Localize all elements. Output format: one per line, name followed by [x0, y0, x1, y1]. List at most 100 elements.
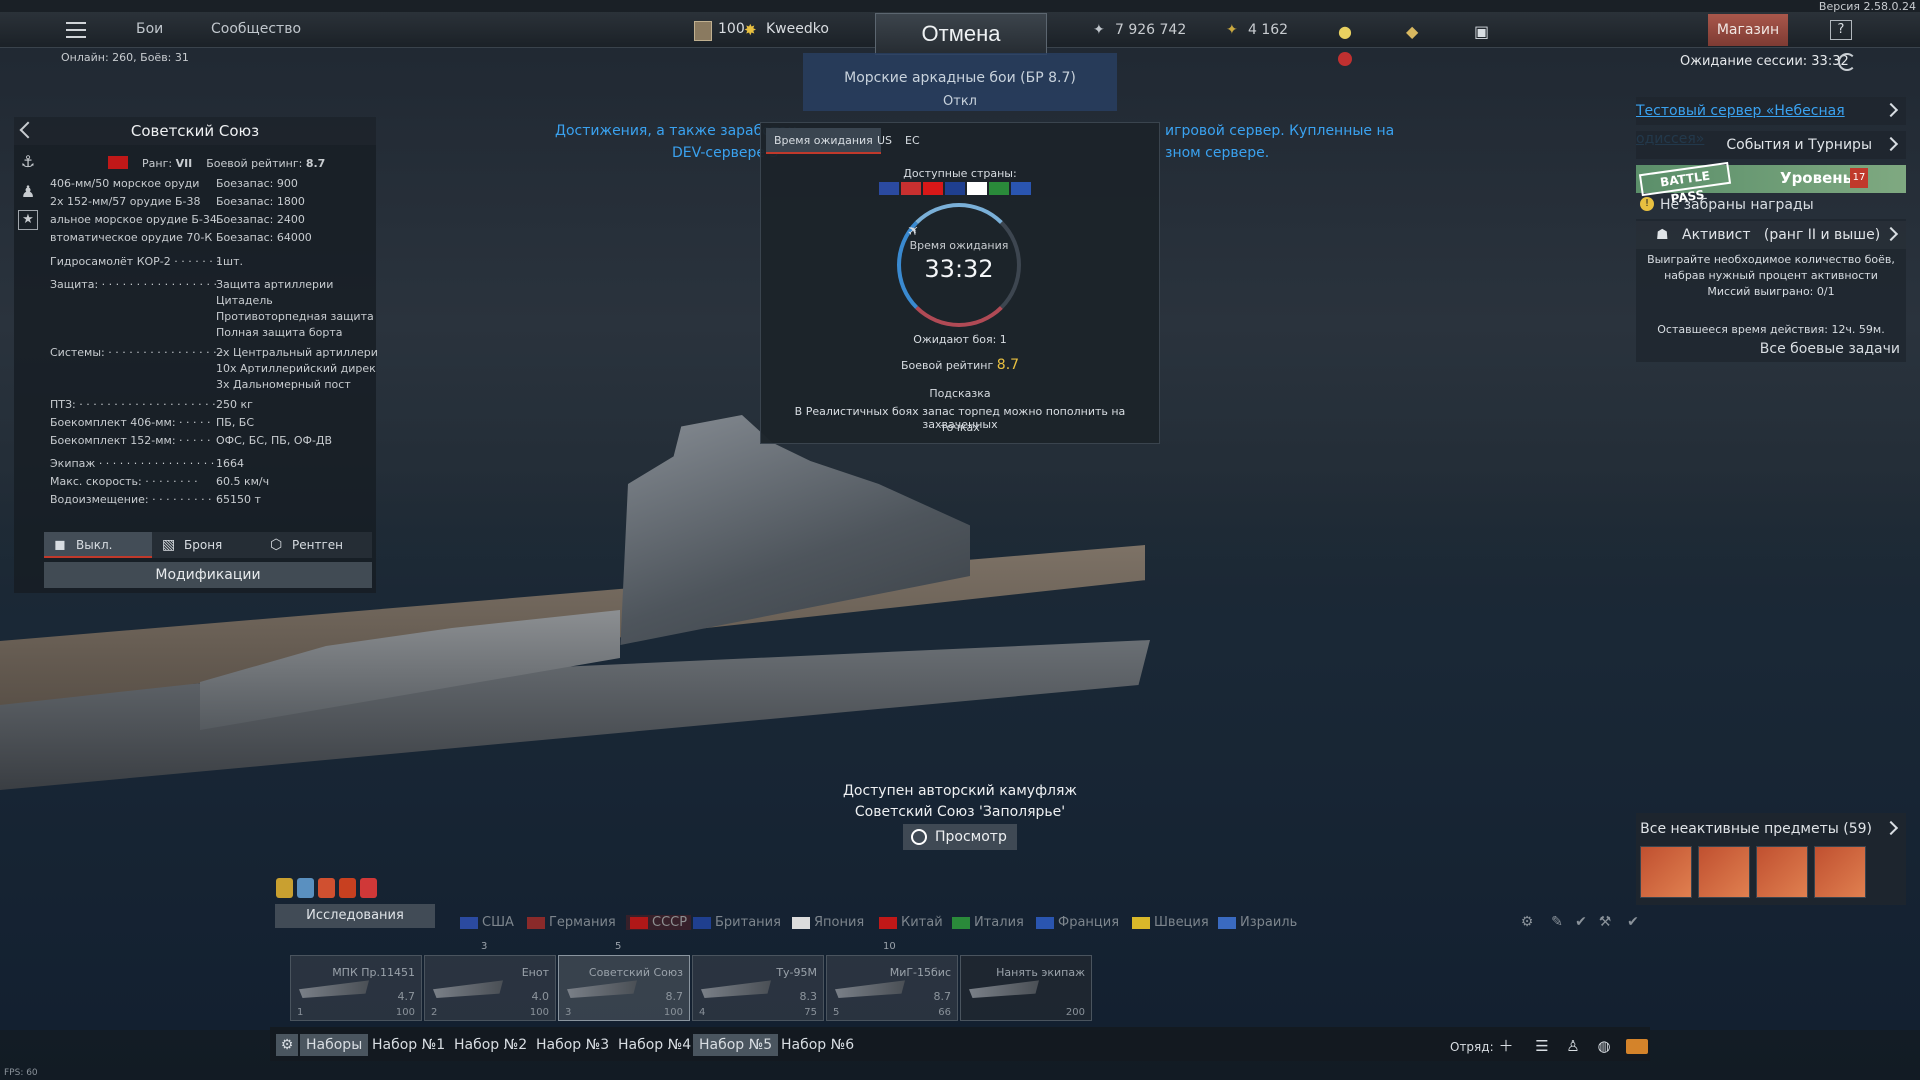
crew-slot[interactable]: Ту-95М 8.3 4 75 [692, 955, 824, 1021]
ship-icon[interactable]: ⚓ [16, 150, 40, 174]
award-icon[interactable] [297, 878, 314, 898]
silver-lions-value[interactable]: 7 926 742 [1115, 22, 1186, 38]
stat-row: Экипаж · · · · · · · · · · · · · · · · ·… [50, 457, 244, 470]
activist-rank: (ранг II и выше) [1763, 227, 1881, 243]
inactive-item-4[interactable] [1814, 846, 1866, 898]
cancel-button[interactable]: Отмена [875, 13, 1047, 55]
preset-tab-0[interactable]: Наборы [300, 1034, 369, 1056]
player-name[interactable]: Kweedko [766, 21, 829, 37]
weapon-name: альное морское орудие Б-34 [50, 213, 217, 226]
preset-tab-4[interactable]: Набор №4 [612, 1034, 697, 1056]
view-camo-button[interactable]: Просмотр [903, 824, 1017, 850]
check-icon[interactable]: ✔ [1572, 914, 1590, 932]
lightbulb-icon[interactable]: ● [1338, 22, 1352, 41]
inactive-items-link[interactable]: Все неактивные предметы (59) [1636, 815, 1906, 843]
stat-label: Экипаж · · · · · · · · · · · · · · · · ·… [50, 457, 222, 470]
stat-row: Боекомплект 406-мм: · · · · · ПБ, БС [50, 416, 254, 429]
xray-label: Рентген [292, 538, 343, 552]
bp-rewards-label[interactable]: Не забраны награды [1660, 197, 1814, 213]
nation-tab-4[interactable]: Япония [792, 915, 864, 930]
session-wait-label: Ожидание сессии: 33:32 [1680, 54, 1849, 69]
all-tasks-link[interactable]: Все боевые задачи [1636, 341, 1900, 357]
preset-tab-5[interactable]: Набор №5 [693, 1034, 779, 1056]
view-off-toggle[interactable]: ◼ Выкл. [44, 532, 152, 558]
presets-gear-icon[interactable]: ⚙ [276, 1034, 298, 1056]
star-badge-icon[interactable]: ★ [18, 210, 38, 230]
inactive-item-3[interactable] [1756, 846, 1808, 898]
nation-tab-5[interactable]: Китай [879, 915, 943, 930]
view-off-label: Выкл. [76, 538, 113, 552]
list-icon[interactable]: ☰ [1532, 1036, 1552, 1056]
golden-eagles-value[interactable]: 4 162 [1248, 22, 1288, 38]
crew-icon[interactable]: ♟ [16, 180, 40, 204]
events-button[interactable]: События и Турниры [1636, 131, 1906, 159]
rank-label: Ранг: [142, 157, 173, 170]
nation-tab-9[interactable]: Израиль [1218, 915, 1297, 930]
countries-label: Доступные страны: [903, 167, 1017, 180]
country-flag-icon [967, 182, 987, 195]
friends-icon[interactable]: ♙ [1563, 1036, 1583, 1056]
award-icon[interactable] [276, 878, 293, 898]
menu-icon[interactable] [66, 22, 86, 38]
remaining-time: Оставшееся время действия: 12ч. 59м. [1657, 323, 1885, 336]
crew-slot[interactable]: 10 МиГ-15бис 8.7 5 66 [826, 941, 958, 1021]
preset-tab-1[interactable]: Набор №1 [366, 1034, 451, 1056]
stat-value: 1664 [216, 457, 244, 470]
slot-cost: 200 [1065, 1007, 1085, 1018]
check-all-icon[interactable]: ✔ [1624, 914, 1642, 932]
nation-tab-8[interactable]: Швеция [1132, 915, 1209, 930]
slot-vehicle-name: Советский Союз [588, 966, 683, 979]
mail-icon[interactable] [1626, 1039, 1648, 1054]
crew-slot[interactable]: 3 Енот 4.0 2 100 [424, 941, 556, 1021]
slot-number: 3 [565, 1007, 572, 1018]
nav-community[interactable]: Сообщество [211, 21, 301, 37]
preset-tab-2[interactable]: Набор №2 [448, 1034, 533, 1056]
shop-button[interactable]: Магазин [1708, 14, 1788, 46]
nation-tab-7[interactable]: Франция [1036, 915, 1119, 930]
inactive-item-1[interactable] [1640, 846, 1692, 898]
coupon-icon[interactable]: ▣ [1474, 22, 1489, 41]
notice-line2-right: зном сервере. [1165, 145, 1270, 161]
nation-flag-icon [630, 916, 648, 929]
stat-row: Водоизмещение: · · · · · · · · · 65150 т [50, 493, 261, 506]
nation-label: Франция [1058, 915, 1120, 930]
tab-ec[interactable]: EC [897, 128, 928, 154]
crew-slot[interactable]: Нанять экипаж 200 [960, 955, 1092, 1021]
inactive-item-2[interactable] [1698, 846, 1750, 898]
avatar[interactable] [694, 21, 712, 41]
crew-slot[interactable]: 5 Советский Союз 8.7 3 100 [558, 941, 690, 1021]
repair-icon[interactable]: ⚒ [1596, 914, 1614, 932]
award-icon[interactable] [318, 878, 335, 898]
xray-toggle[interactable]: ⬡ Рентген [260, 532, 372, 558]
plus-icon[interactable]: ＋ [1496, 1036, 1516, 1056]
stat-value: 10х Артиллерийский дирек [216, 362, 376, 375]
preset-tab-6[interactable]: Набор №6 [775, 1034, 860, 1056]
nation-tab-3[interactable]: Британия [693, 915, 781, 930]
research-button[interactable]: Исследования [275, 904, 435, 928]
award-icon[interactable] [339, 878, 356, 898]
alert-icon[interactable] [1338, 52, 1352, 66]
wrench-icon[interactable]: ✎ [1548, 914, 1566, 932]
slot-cost: 66 [938, 1007, 951, 1018]
nation-tab-0[interactable]: США [460, 915, 514, 930]
stat-value: Полная защита борта [216, 326, 343, 339]
stat-label: Гидросамолёт КОР-2 · · · · · · · [50, 255, 220, 268]
modifications-button[interactable]: Модификации [44, 562, 372, 588]
nation-tab-1[interactable]: Германия [527, 915, 616, 930]
test-server-link[interactable]: Тестовый сервер «Небесная одиссея» [1636, 97, 1906, 147]
gear-icon[interactable]: ⚙ [1518, 914, 1536, 932]
premium-icon[interactable]: ◆ [1406, 22, 1418, 41]
chat-icon[interactable]: ◍ [1594, 1036, 1614, 1056]
crew-slot[interactable]: МПК Пр.11451 4.7 1 100 [290, 955, 422, 1021]
tab-wait-time[interactable]: Время ожидания [766, 128, 881, 154]
tab-us[interactable]: US [869, 128, 900, 154]
nav-battles[interactable]: Бои [136, 21, 163, 37]
nation-tab-2[interactable]: СССР [626, 915, 692, 930]
help-button[interactable]: ? [1830, 20, 1852, 40]
award-icon[interactable] [360, 878, 377, 898]
nation-tab-6[interactable]: Италия [952, 915, 1024, 930]
slot-cost: 100 [663, 1007, 683, 1018]
activist-header[interactable]: Активист (ранг II и выше) ☗ [1636, 221, 1906, 249]
preset-tab-3[interactable]: Набор №3 [530, 1034, 615, 1056]
armor-toggle[interactable]: ▧ Броня [152, 532, 260, 558]
